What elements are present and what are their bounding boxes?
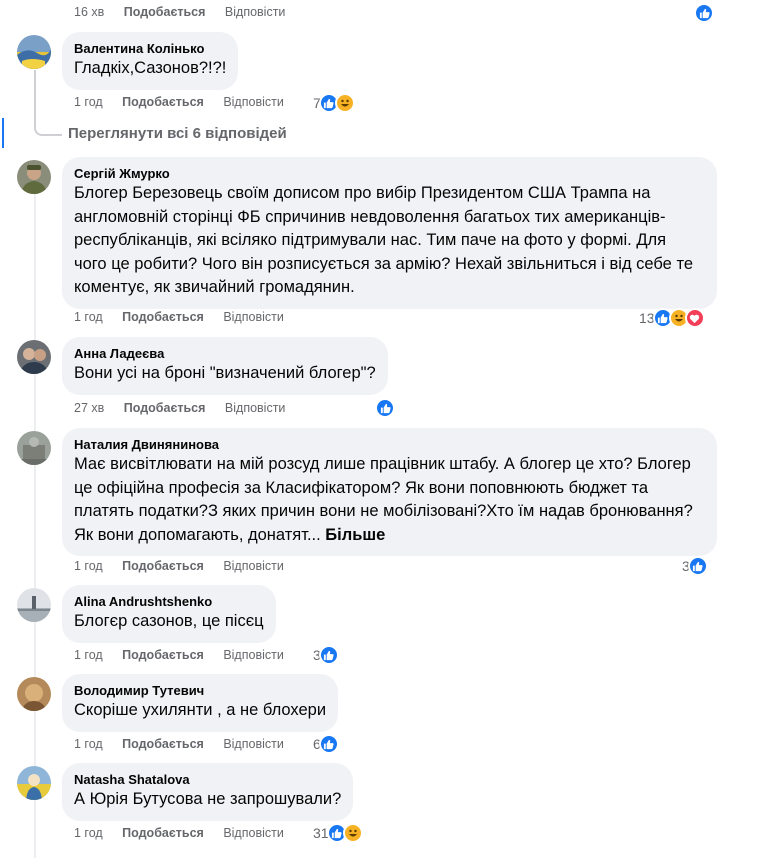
comment-author[interactable]: Alina Andrushtshenko	[74, 593, 264, 610]
comment-time[interactable]: 1 год	[74, 737, 103, 751]
reaction-summary[interactable]: 7	[313, 93, 355, 113]
avatar-natasha[interactable]	[17, 766, 51, 800]
see-more-link[interactable]: Більше	[325, 526, 385, 544]
avatar-valentyna[interactable]	[17, 35, 51, 69]
reaction-summary[interactable]: 6	[313, 734, 339, 754]
comment-bubble: Natasha Shatalova А Юрія Бутусова не зап…	[62, 763, 354, 821]
thread-line-long	[34, 194, 38, 858]
avatar-nataliia[interactable]	[17, 431, 51, 465]
comment-bubble: Наталия Двинянинова Має висвітлювати на …	[62, 428, 717, 556]
comment-text: А Юрія Бутусова не запрошували?	[74, 790, 342, 808]
comment-time[interactable]: 1 год	[74, 310, 103, 324]
comment-time: 16 хв	[74, 5, 105, 19]
like-reaction-icon	[694, 3, 714, 23]
comment-meta: 1 год Подобається Відповісти	[74, 310, 284, 324]
like-link[interactable]: Подобається	[124, 5, 206, 19]
comment-meta: 1 год Подобається Відповісти	[74, 559, 284, 573]
comment-author[interactable]: Анна Ладеєва	[74, 345, 376, 362]
comment-bubble: Alina Andrushtshenko Блогєр сазонов, це …	[62, 585, 276, 643]
like-link[interactable]: Подобається	[122, 559, 204, 573]
reply-link[interactable]: Відповісти	[223, 559, 284, 573]
comment-time[interactable]: 1 год	[74, 826, 103, 840]
avatar-alina[interactable]	[17, 588, 51, 622]
view-all-replies-link[interactable]: Переглянути всі 6 відповідей	[68, 125, 287, 142]
scroll-marker	[2, 118, 4, 148]
haha-reaction-icon	[334, 93, 355, 113]
like-reaction-icon	[318, 734, 339, 754]
comment-meta: 1 год Подобається Відповісти	[74, 737, 284, 751]
like-reaction-icon	[375, 398, 395, 418]
comment-bubble: Володимир Тутевич Скоріше ухилянти , а н…	[62, 674, 339, 732]
reply-link[interactable]: Відповісти	[223, 310, 284, 324]
reply-link[interactable]: Відповісти	[223, 95, 284, 109]
comment-bubble: Сергій Жмурко Блогер Березовець своїм до…	[62, 157, 717, 309]
reaction-summary[interactable]: 3	[682, 556, 708, 576]
reply-link[interactable]: Відповісти	[223, 826, 284, 840]
comment-author[interactable]: Сергій Жмурко	[74, 165, 705, 182]
comment-author[interactable]: Наталия Двинянинова	[74, 436, 705, 453]
love-reaction-icon	[684, 308, 705, 328]
comment-text: Блогєр сазонов, це пісєц	[74, 612, 264, 630]
haha-reaction-icon	[342, 823, 363, 843]
reaction-summary[interactable]	[694, 3, 714, 23]
reaction-summary[interactable]: 13	[639, 308, 705, 328]
comment-bubble: Валентина Колінько Гладкіх,Сазонов?!?!	[62, 32, 239, 90]
like-link[interactable]: Подобається	[122, 95, 204, 109]
avatar-serhii[interactable]	[17, 160, 51, 194]
reply-link[interactable]: Відповісти	[225, 401, 286, 415]
like-reaction-icon	[687, 556, 708, 576]
comment-time[interactable]: 1 год	[74, 559, 103, 573]
reply-link[interactable]: Відповісти	[223, 648, 284, 662]
comment-text: Має висвітлювати на мій розсуд лише прац…	[74, 453, 705, 547]
comment-text: Блогер Березовець своїм дописом про вибі…	[74, 184, 693, 296]
comment-bubble: Анна Ладеєва Вони усі на броні "визначен…	[62, 337, 388, 395]
reaction-summary[interactable]: 31	[313, 823, 363, 843]
comment-meta-top: 16 хв Подобається Відповісти	[74, 5, 285, 19]
comment-meta: 1 год Подобається Відповісти	[74, 648, 284, 662]
comment-author[interactable]: Володимир Тутевич	[74, 682, 326, 699]
thread-line-curve	[34, 126, 62, 136]
comment-meta: 1 год Подобається Відповісти	[74, 95, 284, 109]
like-link[interactable]: Подобається	[122, 826, 204, 840]
comment-time[interactable]: 27 хв	[74, 401, 104, 415]
comment-text: Вони усі на броні "визначений блогер"?	[74, 364, 376, 382]
like-link[interactable]: Подобається	[124, 401, 206, 415]
comment-text: Гладкіх,Сазонов?!?!	[74, 59, 227, 77]
reply-link[interactable]: Відповісти	[225, 5, 286, 19]
comment-meta: 1 год Подобається Відповісти	[74, 826, 284, 840]
like-link[interactable]: Подобається	[122, 648, 204, 662]
comment-time[interactable]: 1 год	[74, 95, 103, 109]
like-link[interactable]: Подобається	[122, 737, 204, 751]
thread-line	[34, 70, 36, 128]
comment-author[interactable]: Natasha Shatalova	[74, 771, 341, 788]
avatar-anna[interactable]	[17, 340, 51, 374]
avatar-volodymyr[interactable]	[17, 677, 51, 711]
comment-author[interactable]: Валентина Колінько	[74, 40, 226, 57]
reaction-summary[interactable]	[375, 398, 395, 418]
like-reaction-icon	[318, 645, 339, 665]
comment-time[interactable]: 1 год	[74, 648, 103, 662]
reply-link[interactable]: Відповісти	[223, 737, 284, 751]
comment-text: Скоріше ухилянти , а не блохери	[74, 701, 327, 719]
reaction-summary[interactable]: 3	[313, 645, 339, 665]
comment-meta: 27 хв Подобається Відповісти	[74, 401, 285, 415]
like-link[interactable]: Подобається	[122, 310, 204, 324]
